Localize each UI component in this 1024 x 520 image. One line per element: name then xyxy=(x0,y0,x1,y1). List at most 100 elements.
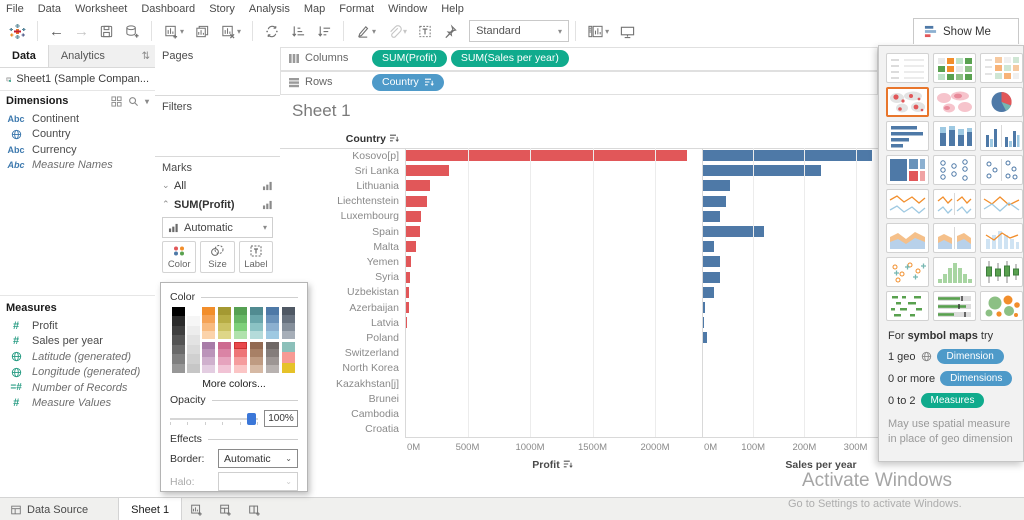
bar-sales-per-year-azerbaijan[interactable] xyxy=(703,302,706,313)
showme-text-table[interactable] xyxy=(886,53,929,83)
bar-profit-syria[interactable] xyxy=(406,271,411,283)
color-swatch[interactable] xyxy=(266,341,279,350)
color-swatch[interactable] xyxy=(172,307,185,317)
color-swatch[interactable] xyxy=(282,341,295,352)
more-colors-link[interactable]: More colors... xyxy=(170,378,298,390)
color-swatch[interactable] xyxy=(266,365,279,373)
color-swatch[interactable] xyxy=(234,314,247,323)
color-swatch[interactable] xyxy=(172,344,185,355)
color-swatch[interactable] xyxy=(218,341,231,350)
bar-sales-per-year-lithuania[interactable] xyxy=(703,180,731,192)
size-button[interactable]: Size xyxy=(200,241,235,273)
showme-histogram[interactable] xyxy=(933,257,976,287)
color-swatch[interactable] xyxy=(266,330,279,339)
save-icon[interactable] xyxy=(94,19,119,43)
color-swatch[interactable] xyxy=(218,357,231,366)
showme-stacked-bars[interactable] xyxy=(933,121,976,151)
bar-sales-per-year-sri-lanka[interactable] xyxy=(703,165,821,177)
menu-help[interactable]: Help xyxy=(441,3,464,15)
color-swatch[interactable] xyxy=(218,330,231,339)
menu-window[interactable]: Window xyxy=(388,3,427,15)
showme-bullet-graph[interactable] xyxy=(933,291,976,321)
redo-icon[interactable]: → xyxy=(69,19,94,43)
dimension-measure-names[interactable]: Abc Measure Names xyxy=(0,158,155,174)
pin-icon[interactable] xyxy=(438,19,463,43)
data-source-tab[interactable]: Data Source xyxy=(0,498,98,520)
showme-side-by-side-bars[interactable] xyxy=(980,121,1023,151)
showme-highlight-table[interactable] xyxy=(933,53,976,83)
filters-card[interactable]: Filters xyxy=(155,96,280,157)
bar-profit-azerbaijan[interactable] xyxy=(406,302,410,313)
marks-row-all[interactable]: ⌄ All xyxy=(155,176,280,195)
text-label-icon[interactable] xyxy=(412,19,438,43)
menu-format[interactable]: Format xyxy=(339,3,374,15)
color-swatch[interactable] xyxy=(282,322,295,331)
showme-treemap[interactable] xyxy=(886,155,929,185)
tab-data[interactable]: Data xyxy=(0,45,49,67)
marks-row-sum-profit[interactable]: ⌃ SUM(Profit) xyxy=(155,195,280,214)
showme-horizontal-bars[interactable] xyxy=(886,121,929,151)
color-swatch[interactable] xyxy=(266,314,279,323)
color-swatch[interactable] xyxy=(266,322,279,331)
color-swatch[interactable] xyxy=(266,349,279,358)
showme-pie-chart[interactable] xyxy=(980,87,1023,117)
tab-analytics[interactable]: Analytics xyxy=(49,45,117,67)
color-swatch[interactable] xyxy=(250,357,263,366)
color-swatch[interactable] xyxy=(234,307,247,315)
color-swatch[interactable] xyxy=(282,362,295,373)
pill-sum-sales-per-year-[interactable]: SUM(Sales per year) xyxy=(450,49,569,67)
menu-data[interactable]: Data xyxy=(38,3,61,15)
chevron-down-icon[interactable]: ▾ xyxy=(145,97,149,106)
dimension-currency[interactable]: Abc Currency xyxy=(0,142,155,158)
showme-symbol-map[interactable] xyxy=(886,87,929,117)
menu-dashboard[interactable]: Dashboard xyxy=(141,3,195,15)
showme-box-and-whisker[interactable] xyxy=(980,257,1023,287)
color-swatch[interactable] xyxy=(218,349,231,358)
datasource-item[interactable]: Sheet1 (Sample Compan... xyxy=(0,68,155,91)
color-swatch[interactable] xyxy=(266,357,279,366)
color-swatch[interactable] xyxy=(218,314,231,323)
menu-story[interactable]: Story xyxy=(209,3,235,15)
color-swatch[interactable] xyxy=(187,316,200,326)
color-swatch[interactable] xyxy=(234,341,247,350)
color-swatch[interactable] xyxy=(218,322,231,331)
pages-card[interactable]: Pages xyxy=(155,45,280,96)
show-hide-cards-icon[interactable]: ▾ xyxy=(582,19,614,43)
color-swatch[interactable] xyxy=(250,322,263,331)
bar-sales-per-year-spain[interactable] xyxy=(703,226,765,237)
showme-scatter-plot[interactable] xyxy=(886,257,929,287)
format-icon[interactable]: ▾ xyxy=(381,19,412,43)
color-swatch[interactable] xyxy=(282,330,295,339)
color-swatch[interactable] xyxy=(234,349,247,358)
new-worksheet-icon[interactable]: ▾ xyxy=(158,19,189,43)
color-swatch[interactable] xyxy=(250,365,263,373)
bar-sales-per-year-kosovo-p-[interactable] xyxy=(703,150,872,161)
menu-analysis[interactable]: Analysis xyxy=(249,3,290,15)
color-swatch[interactable] xyxy=(250,307,263,315)
measure-measure-values[interactable]: # Measure Values xyxy=(0,396,155,412)
color-swatch[interactable] xyxy=(234,365,247,373)
bar-sales-per-year-poland[interactable] xyxy=(703,332,708,344)
color-swatch[interactable] xyxy=(250,330,263,339)
view-as-icon[interactable] xyxy=(111,95,122,107)
color-swatch[interactable] xyxy=(187,325,200,336)
showme-dual-combination[interactable] xyxy=(980,223,1023,253)
opacity-slider[interactable] xyxy=(170,412,258,426)
opacity-value[interactable]: 100% xyxy=(264,410,298,427)
color-swatch[interactable] xyxy=(172,354,185,364)
pill-sum-profit-[interactable]: SUM(Profit) xyxy=(372,49,447,67)
showme-discrete-area[interactable] xyxy=(933,223,976,253)
border-select[interactable]: Automatic ⌄ xyxy=(218,449,298,468)
color-swatch[interactable] xyxy=(202,365,215,373)
color-swatch[interactable] xyxy=(202,314,215,323)
color-swatch[interactable] xyxy=(234,357,247,366)
color-swatch[interactable] xyxy=(234,330,247,339)
bar-profit-latvia[interactable] xyxy=(406,317,408,329)
row-header-country[interactable]: Country xyxy=(280,133,399,145)
color-swatch[interactable] xyxy=(266,307,279,315)
bar-profit-yemen[interactable] xyxy=(406,256,411,268)
showme-continuous-area[interactable] xyxy=(886,223,929,253)
menu-file[interactable]: File xyxy=(6,3,24,15)
bar-profit-lithuania[interactable] xyxy=(406,180,431,192)
sort-ascending-icon[interactable] xyxy=(285,19,311,43)
